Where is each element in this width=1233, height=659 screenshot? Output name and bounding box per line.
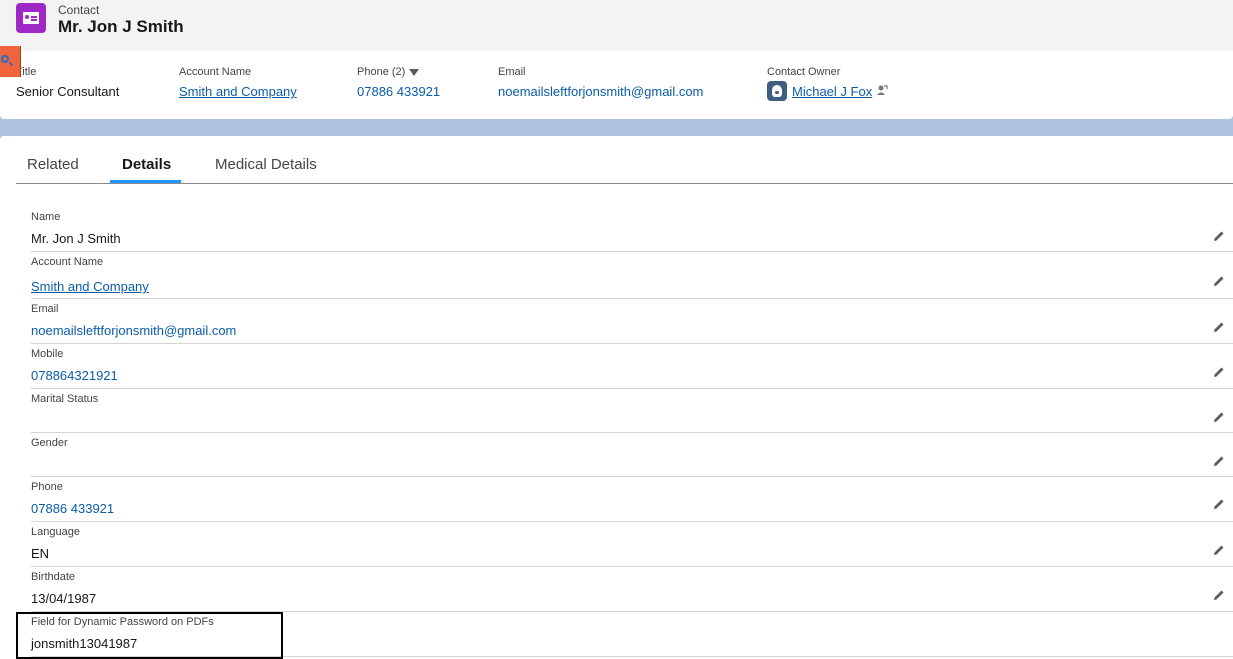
pencil-icon[interactable] <box>1213 275 1225 287</box>
highlight-phone: Phone (2) 07886 433921 <box>357 66 440 99</box>
user-avatar-icon <box>767 81 787 101</box>
pencil-icon[interactable] <box>1213 230 1225 242</box>
highlights-panel: Title Senior Consultant Account Name Smi… <box>0 51 1233 119</box>
object-label: Contact <box>58 3 100 17</box>
contact-owner-link[interactable]: Michael J Fox <box>792 84 872 99</box>
phone-link[interactable]: 07886 433921 <box>357 84 440 99</box>
account-name-label: Account Name <box>179 66 252 78</box>
field-label: Marital Status <box>31 393 99 405</box>
field-row-email: Email noemailsleftforjonsmith@gmail.com <box>31 299 1233 344</box>
field-value: EN <box>31 546 50 561</box>
field-row-phone: Phone 07886 433921 <box>31 477 1233 522</box>
phone-label-row[interactable]: Phone (2) <box>357 66 440 78</box>
field-label: Phone <box>31 481 63 493</box>
field-row-account-name: Account Name Smith and Company <box>31 252 1233 299</box>
tab-related[interactable]: Related <box>27 156 79 173</box>
field-label: Name <box>31 211 61 223</box>
email-label: Email <box>498 66 526 78</box>
field-label: Account Name <box>31 256 104 268</box>
search-icon <box>1 55 9 63</box>
chevron-down-icon[interactable] <box>409 68 420 76</box>
pencil-icon[interactable] <box>1213 411 1225 423</box>
tab-bar: Related Details Medical Details <box>16 136 1233 184</box>
field-label: Birthdate <box>31 571 76 583</box>
field-value: Mr. Jon J Smith <box>31 231 121 246</box>
field-row-gender: Gender <box>31 433 1233 477</box>
highlight-title: Title Senior Consultant <box>16 66 119 99</box>
field-row-language: Language EN <box>31 522 1233 567</box>
search-button[interactable] <box>0 46 21 77</box>
field-value: 13/04/1987 <box>31 591 97 606</box>
field-row-mobile: Mobile 078864321921 <box>31 344 1233 389</box>
title-label: Title <box>16 66 37 78</box>
title-value: Senior Consultant <box>16 84 120 99</box>
contact-owner-label: Contact Owner <box>767 66 841 78</box>
active-tab-indicator <box>110 180 181 183</box>
tab-medical-details[interactable]: Medical Details <box>215 156 317 173</box>
pencil-icon[interactable] <box>1213 498 1225 510</box>
field-label: Language <box>31 526 80 538</box>
field-row-marital-status: Marital Status <box>31 389 1233 433</box>
field-label: Mobile <box>31 348 64 360</box>
pencil-icon[interactable] <box>1213 544 1225 556</box>
record-title: Mr. Jon J Smith <box>58 17 184 36</box>
highlight-account-name: Account Name Smith and Company <box>179 66 297 99</box>
field-value-link[interactable]: Smith and Company <box>31 279 149 294</box>
tab-details[interactable]: Details <box>122 156 171 173</box>
field-value-link[interactable]: noemailsleftforjonsmith@gmail.com <box>31 323 236 338</box>
pencil-icon[interactable] <box>1213 455 1225 467</box>
phone-label: Phone (2) <box>357 66 406 78</box>
email-link[interactable]: noemailsleftforjonsmith@gmail.com <box>498 84 703 99</box>
field-row-name: Name Mr. Jon J Smith <box>31 207 1233 252</box>
pencil-icon[interactable] <box>1213 321 1225 333</box>
field-label: Email <box>31 303 59 315</box>
field-value-link[interactable]: 07886 433921 <box>31 501 114 516</box>
record-header: Contact Mr. Jon J Smith <box>0 0 1233 51</box>
pencil-icon[interactable] <box>1213 366 1225 378</box>
change-owner-icon[interactable] <box>876 84 888 99</box>
field-label: Gender <box>31 437 68 449</box>
pencil-icon[interactable] <box>1213 589 1225 601</box>
field-value-link[interactable]: 078864321921 <box>31 368 118 383</box>
account-name-link[interactable]: Smith and Company <box>179 84 297 99</box>
annotation-highlight-box <box>16 612 283 659</box>
field-row-birthdate: Birthdate 13/04/1987 <box>31 567 1233 612</box>
highlight-email: Email noemailsleftforjonsmith@gmail.com <box>498 66 703 99</box>
highlight-contact-owner: Contact Owner Michael J Fox <box>767 66 888 101</box>
contact-card-icon <box>16 3 46 33</box>
